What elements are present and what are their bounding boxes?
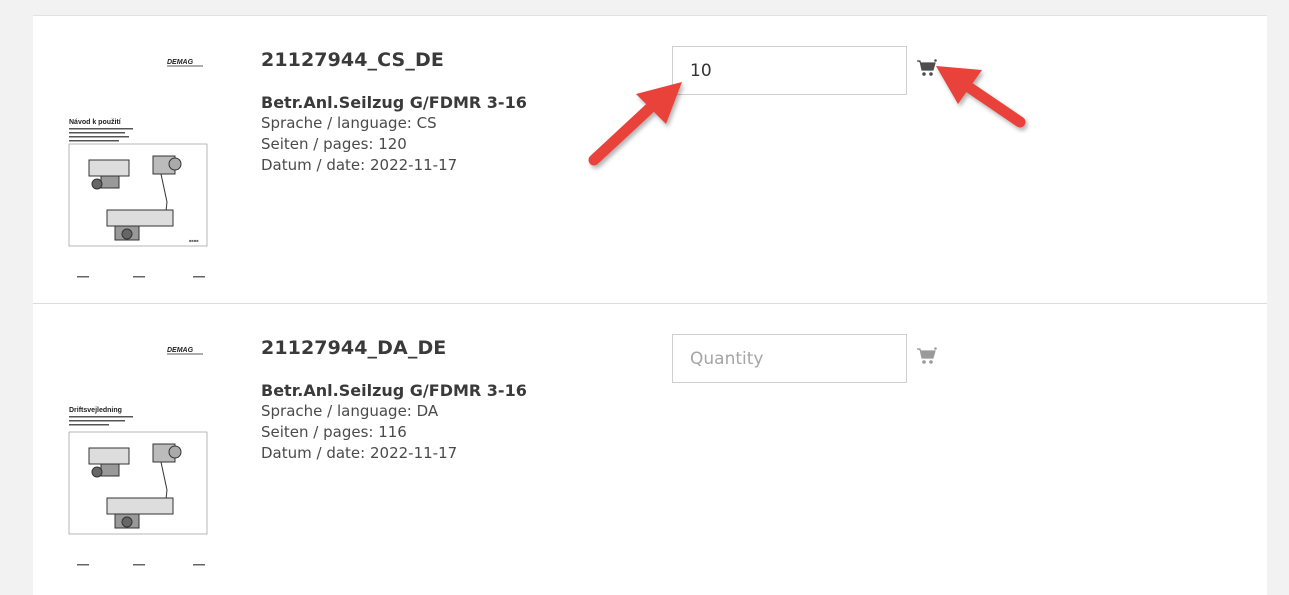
product-id: 21127944_CS_DE — [261, 49, 444, 71]
product-date: Datum / date: 2022-11-17 — [261, 444, 458, 462]
product-language: Sprache / language: CS — [261, 114, 437, 132]
thumb-heading: Driftsvejledning — [69, 407, 122, 414]
quantity-input[interactable] — [672, 46, 907, 95]
thumb-heading: Návod k použití — [69, 119, 122, 126]
thumb-brand: DEMAG — [167, 59, 194, 66]
document-thumbnail[interactable]: DEMAG Driftsvejledning — [67, 340, 217, 568]
product-language: Sprache / language: DA — [261, 402, 439, 420]
product-pages: Seiten / pages: 120 — [261, 135, 407, 153]
svg-text:■■■■: ■■■■ — [189, 238, 199, 243]
shopping-cart-icon[interactable] — [916, 59, 938, 77]
product-list: DEMAG Návod k použití ■■■■ 21127944_CS_D… — [33, 15, 1267, 595]
product-name: Betr.Anl.Seilzug G/FDMR 3-16 — [261, 93, 527, 112]
product-date: Datum / date: 2022-11-17 — [261, 156, 458, 174]
shopping-cart-icon[interactable] — [916, 347, 938, 365]
thumb-brand: DEMAG — [167, 347, 194, 354]
list-item: DEMAG Driftsvejledning 21127944_DA_DE Be… — [33, 304, 1267, 592]
product-meta: Betr.Anl.Seilzug G/FDMR 3-16 Sprache / l… — [261, 92, 527, 176]
product-name: Betr.Anl.Seilzug G/FDMR 3-16 — [261, 381, 527, 400]
quantity-input[interactable] — [672, 334, 907, 383]
product-pages: Seiten / pages: 116 — [261, 423, 407, 441]
list-item: DEMAG Návod k použití ■■■■ 21127944_CS_D… — [33, 16, 1267, 304]
product-id: 21127944_DA_DE — [261, 337, 447, 359]
document-thumbnail[interactable]: DEMAG Návod k použití ■■■■ — [67, 52, 217, 280]
product-meta: Betr.Anl.Seilzug G/FDMR 3-16 Sprache / l… — [261, 380, 527, 464]
